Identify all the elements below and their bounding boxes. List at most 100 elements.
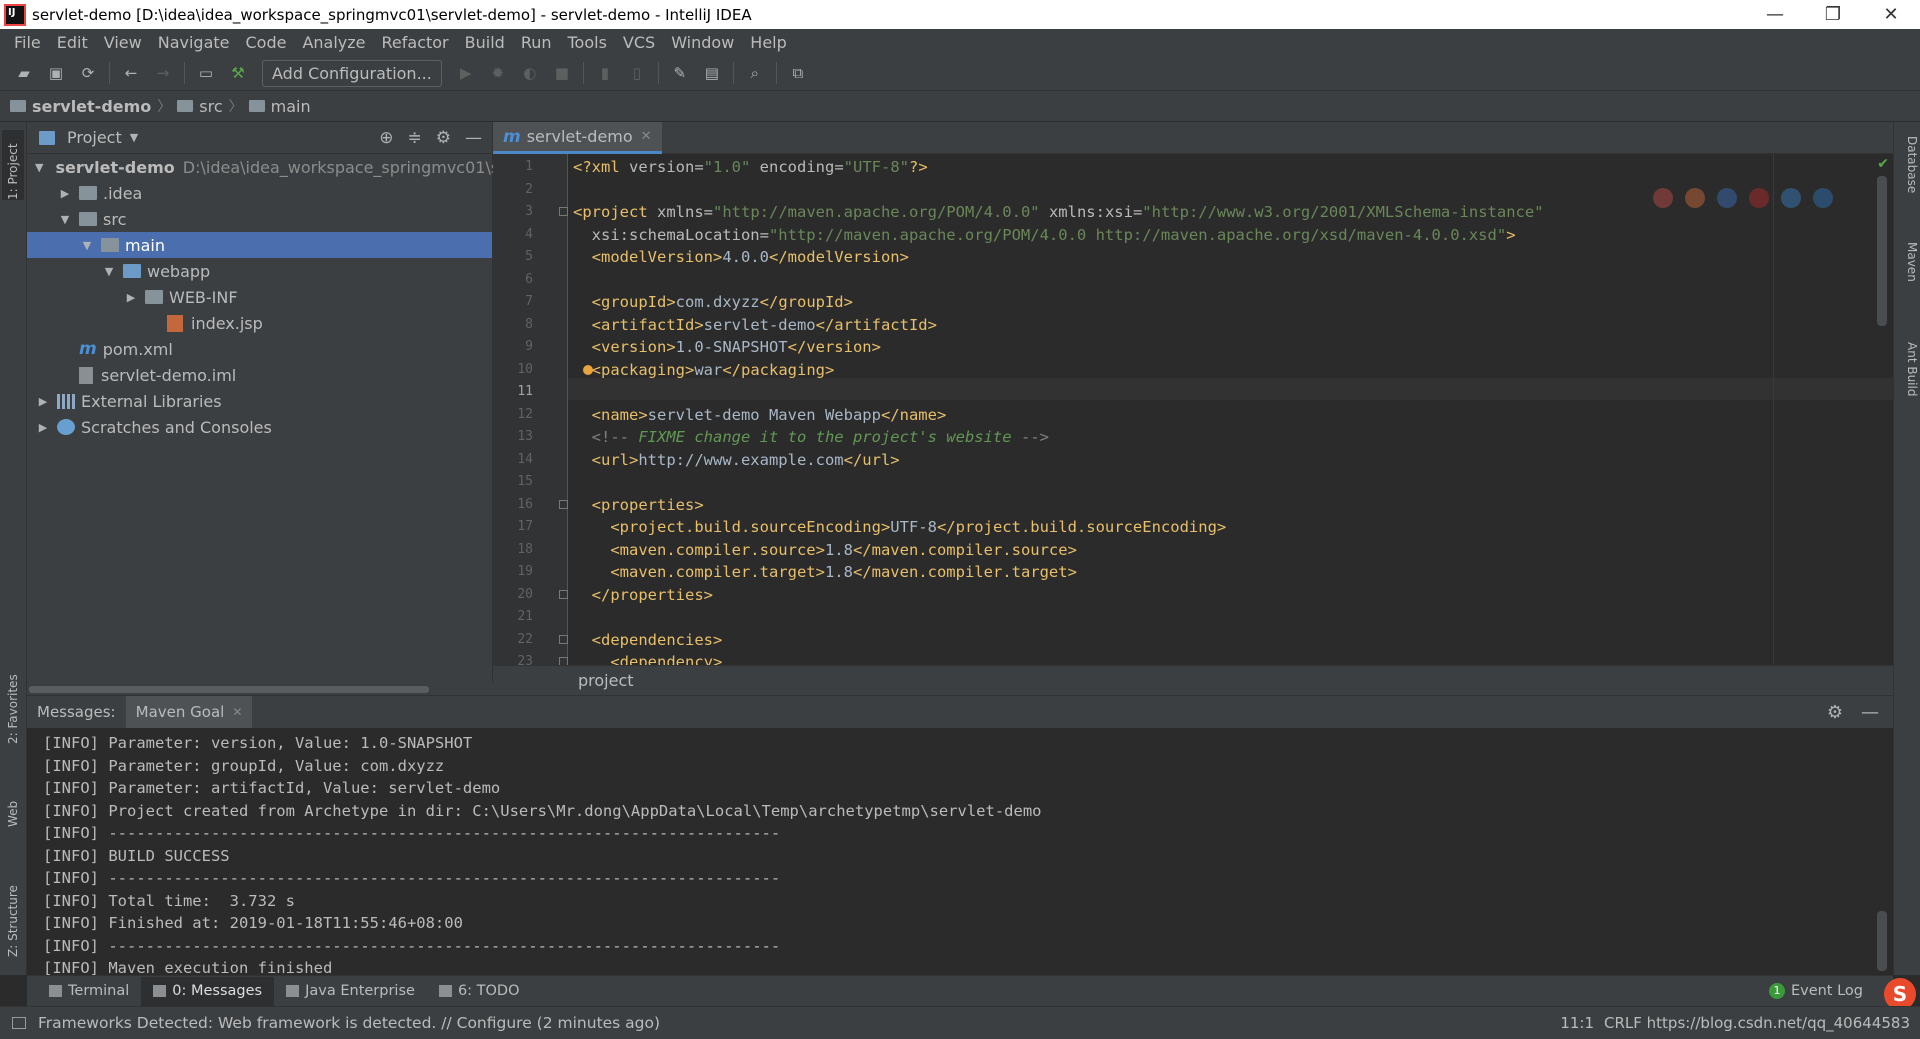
code-line[interactable]: <artifactId>servlet-demo</artifactId> bbox=[573, 314, 937, 336]
project-structure-folder-icon[interactable]: ▤ bbox=[700, 61, 724, 85]
settings-wrench-icon[interactable]: ✎ bbox=[668, 61, 692, 85]
gear-icon[interactable]: ⚙ bbox=[1827, 702, 1843, 723]
nav-crumb-project[interactable]: servlet-demo bbox=[10, 97, 151, 116]
fold-marker-icon[interactable] bbox=[559, 657, 568, 665]
debug-icon[interactable]: ✹ bbox=[486, 61, 510, 85]
tab-web-tool[interactable]: Web bbox=[2, 782, 24, 827]
fold-marker-icon[interactable] bbox=[559, 499, 568, 509]
menu-view[interactable]: View bbox=[96, 33, 150, 52]
intention-bulb-icon[interactable] bbox=[583, 364, 593, 375]
locate-crosshair-icon[interactable]: ⊕ bbox=[379, 128, 393, 148]
chrome-icon[interactable] bbox=[1653, 188, 1673, 208]
code-line[interactable]: <properties> bbox=[573, 494, 704, 516]
tree-node[interactable]: ▶ .idea bbox=[27, 180, 492, 206]
expand-arrow-right-icon[interactable]: ▶ bbox=[35, 421, 51, 434]
chevron-down-icon[interactable]: ▼ bbox=[130, 131, 138, 144]
run-icon[interactable]: ▶ bbox=[454, 61, 478, 85]
open-folder-icon[interactable]: ▰ bbox=[12, 61, 36, 85]
menu-tools[interactable]: Tools bbox=[560, 33, 615, 52]
close-tab-icon[interactable]: ✕ bbox=[232, 705, 242, 719]
tree-node[interactable]: index.jsp bbox=[27, 310, 492, 336]
hide-minus-icon[interactable]: — bbox=[465, 128, 482, 148]
sync-icon[interactable]: ⟳ bbox=[76, 61, 100, 85]
edge-icon[interactable] bbox=[1813, 188, 1833, 208]
fold-marker-icon[interactable] bbox=[559, 634, 568, 644]
menu-navigate[interactable]: Navigate bbox=[150, 33, 238, 52]
tree-node[interactable]: ▶ External Libraries bbox=[27, 388, 492, 414]
internet-explorer-icon[interactable] bbox=[1781, 188, 1801, 208]
coverage-icon[interactable]: ◐ bbox=[518, 61, 542, 85]
firefox-icon[interactable] bbox=[1685, 188, 1705, 208]
restore-button[interactable]: ❐ bbox=[1804, 0, 1862, 29]
horizontal-scrollbar[interactable] bbox=[27, 683, 493, 695]
stop-icon[interactable]: ■ bbox=[550, 61, 574, 85]
tab-ant-build-tool[interactable]: Ant Build bbox=[1897, 342, 1919, 432]
menu-run[interactable]: Run bbox=[513, 33, 560, 52]
safari-icon[interactable] bbox=[1717, 188, 1737, 208]
tab-maven-goal[interactable]: Maven Goal ✕ bbox=[125, 696, 253, 728]
inspection-ok-check-icon[interactable]: ✔ bbox=[1877, 156, 1889, 172]
tab-todo[interactable]: 6: TODO bbox=[427, 977, 532, 1006]
collapse-all-icon[interactable]: ≑ bbox=[408, 128, 422, 148]
code-line[interactable]: <version>1.0-SNAPSHOT</version> bbox=[573, 336, 881, 358]
caret-position[interactable]: 11:1 bbox=[1560, 1014, 1594, 1032]
menu-edit[interactable]: Edit bbox=[49, 33, 96, 52]
status-line-info[interactable]: CRLF https://blog.csdn.net/qq_40644583 bbox=[1604, 1014, 1910, 1032]
code-line[interactable]: <name>servlet-demo Maven Webapp</name> bbox=[573, 404, 947, 426]
minimize-button[interactable]: — bbox=[1746, 0, 1804, 29]
code-editor[interactable]: 1 2 3 4 5 6 7 8 9 10 11 12 13 14 15 16 17 18 19 20 21 22 23 <?… bbox=[493, 154, 1893, 665]
code-content[interactable]: <?xml version="1.0" encoding="UTF-8"?> <p… bbox=[573, 154, 1873, 665]
tree-node[interactable]: m pom.xml bbox=[27, 336, 492, 362]
expand-arrow-down-icon[interactable]: ▼ bbox=[57, 213, 73, 226]
code-line[interactable]: xsi:schemaLocation="http://maven.apache.… bbox=[573, 224, 1516, 246]
tree-node[interactable]: ▼ webapp bbox=[27, 258, 492, 284]
expand-arrow-right-icon[interactable]: ▶ bbox=[123, 291, 139, 304]
code-line[interactable]: <dependencies> bbox=[573, 629, 723, 651]
search-icon[interactable]: ⌕ bbox=[743, 61, 767, 85]
event-log-button[interactable]: 1 Event Log bbox=[1768, 983, 1893, 999]
tab-favorites-tool[interactable]: 2: Favorites bbox=[2, 662, 24, 744]
code-line[interactable]: <packaging>war</packaging> bbox=[573, 359, 834, 381]
save-icon[interactable]: ▣ bbox=[44, 61, 68, 85]
menu-file[interactable]: File bbox=[6, 33, 49, 52]
tab-project-tool[interactable]: 1: Project bbox=[2, 130, 24, 200]
code-line[interactable]: </properties> bbox=[573, 584, 713, 606]
tab-structure-tool[interactable]: Z: Structure bbox=[2, 867, 24, 957]
menu-window[interactable]: Window bbox=[663, 33, 742, 52]
menu-refactor[interactable]: Refactor bbox=[374, 33, 457, 52]
close-tab-icon[interactable]: ✕ bbox=[641, 129, 652, 144]
tab-pom-xml[interactable]: m servlet-demo ✕ bbox=[493, 122, 662, 154]
code-line[interactable]: <?xml version="1.0" encoding="UTF-8"?> bbox=[573, 156, 928, 178]
build-hammer-icon[interactable]: ⚒ bbox=[226, 61, 250, 85]
opera-icon[interactable] bbox=[1749, 188, 1769, 208]
tab-messages[interactable]: 0: Messages bbox=[141, 976, 275, 1006]
expand-arrow-down-icon[interactable]: ▼ bbox=[35, 161, 43, 174]
editor-vertical-scrollbar[interactable] bbox=[1877, 176, 1887, 326]
tree-node[interactable]: servlet-demo.iml bbox=[27, 362, 492, 388]
status-message[interactable]: Frameworks Detected: Web framework is de… bbox=[38, 1014, 660, 1032]
menu-help[interactable]: Help bbox=[742, 33, 794, 52]
fold-marker-icon[interactable] bbox=[559, 589, 568, 599]
project-structure-icon[interactable]: ▭ bbox=[194, 61, 218, 85]
tree-node[interactable]: ▼ src bbox=[27, 206, 492, 232]
vcs-update-icon[interactable]: ▮ bbox=[593, 61, 617, 85]
code-line[interactable]: <maven.compiler.source>1.8</maven.compil… bbox=[573, 539, 1077, 561]
menu-build[interactable]: Build bbox=[457, 33, 513, 52]
tab-terminal[interactable]: Terminal bbox=[37, 977, 141, 1006]
code-line[interactable]: <dependency> bbox=[573, 651, 722, 665]
expand-arrow-down-icon[interactable]: ▼ bbox=[101, 265, 117, 278]
tool-windows-toggle-icon[interactable] bbox=[12, 1017, 26, 1029]
add-configuration-button[interactable]: Add Configuration... bbox=[262, 59, 442, 87]
nav-crumb-main[interactable]: main bbox=[248, 97, 311, 116]
tab-database-tool[interactable]: Database bbox=[1897, 136, 1919, 216]
code-line[interactable]: <!-- FIXME change it to the project's we… bbox=[573, 426, 1049, 448]
tree-node[interactable]: ▼ servlet-demo D:\idea\idea_workspace_spri… bbox=[27, 154, 525, 180]
tree-node[interactable]: ▼ main bbox=[27, 232, 492, 258]
expand-arrow-right-icon[interactable]: ▶ bbox=[57, 187, 73, 200]
messages-vertical-scrollbar[interactable] bbox=[1877, 911, 1887, 971]
code-line[interactable]: <project.build.sourceEncoding>UTF-8</pro… bbox=[573, 516, 1226, 538]
tab-maven-tool[interactable]: Maven bbox=[1897, 242, 1919, 312]
code-line[interactable]: <maven.compiler.target>1.8</maven.compil… bbox=[573, 561, 1077, 583]
gear-icon[interactable]: ⚙ bbox=[436, 128, 451, 148]
expand-arrow-down-icon[interactable]: ▼ bbox=[79, 239, 95, 252]
